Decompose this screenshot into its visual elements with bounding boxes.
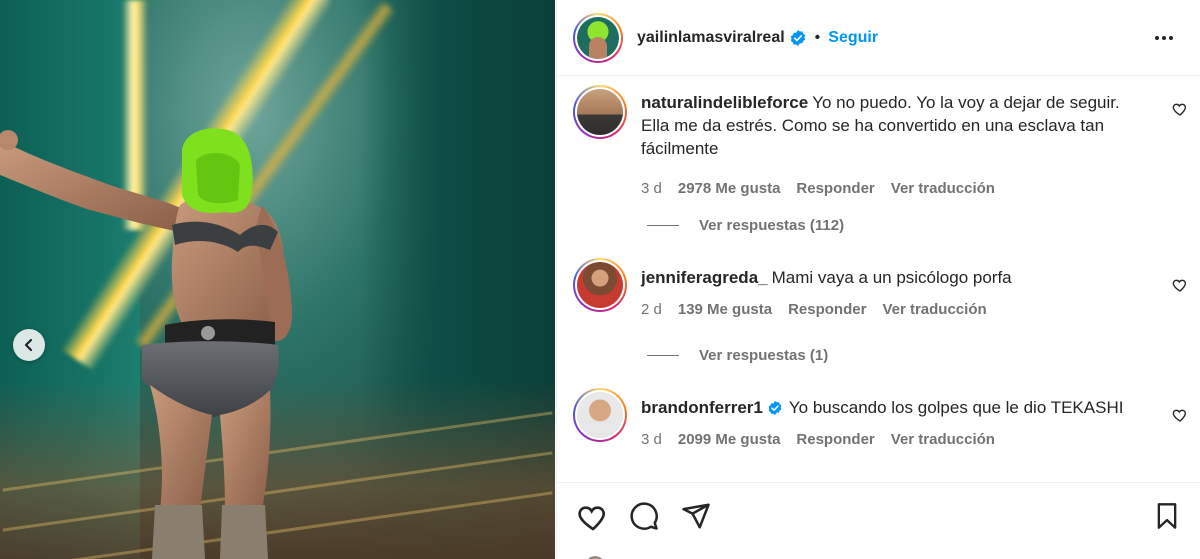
verified-badge-icon — [768, 401, 782, 415]
comments-list[interactable]: naturalindelibleforce Yo no puedo. Yo la … — [557, 77, 1200, 481]
comment-username[interactable]: brandonferrer1 — [641, 398, 763, 417]
comment-likes-count[interactable]: 139 Me gusta — [678, 301, 772, 318]
comment-like-icon[interactable] — [1172, 277, 1188, 293]
post-header: yailinlamasviralreal • Seguir — [557, 0, 1200, 76]
comment-translate-button[interactable]: Ver traducción — [891, 431, 995, 448]
commenter-avatar[interactable] — [573, 388, 627, 442]
comment-username[interactable]: jenniferagreda_ — [641, 268, 768, 287]
replies-divider-line — [647, 225, 679, 226]
commenter-avatar[interactable] — [573, 85, 627, 139]
comment-text-block: brandonferrer1 Yo buscando los golpes qu… — [641, 396, 1151, 419]
header-separator: • — [814, 28, 821, 46]
comment-like-icon[interactable] — [1172, 407, 1188, 423]
share-icon[interactable] — [681, 501, 711, 531]
author-avatar[interactable] — [573, 12, 623, 63]
commenter-avatar[interactable] — [573, 258, 627, 312]
more-options-icon[interactable] — [1152, 26, 1176, 50]
view-replies-label: Ver respuestas (1) — [699, 347, 829, 364]
comment-likes-count[interactable]: 2099 Me gusta — [678, 431, 781, 448]
view-replies-button[interactable]: Ver respuestas (112) — [647, 217, 844, 234]
comment-time: 3 d — [641, 431, 662, 448]
view-replies-label: Ver respuestas (112) — [699, 217, 845, 234]
comment-text: Yo buscando los golpes que le dio TEKASH… — [788, 398, 1124, 417]
carousel-prev-button[interactable] — [13, 329, 45, 361]
comment-meta: 3 d 2978 Me gusta Responder Ver traducci… — [641, 180, 1011, 197]
verified-badge-icon — [790, 29, 805, 46]
follow-button[interactable]: Seguir — [828, 29, 878, 47]
bookmark-icon[interactable] — [1153, 501, 1181, 531]
comment-text-block: jenniferagreda_ Mami vaya a un psicólogo … — [641, 266, 1151, 289]
comment-text: Mami vaya a un psicólogo porfa — [771, 268, 1012, 287]
post-actions-bar — [557, 482, 1200, 559]
comment-time: 3 d — [641, 180, 662, 197]
author-username[interactable]: yailinlamasviralreal — [637, 29, 785, 47]
comment-reply-button[interactable]: Responder — [788, 301, 866, 318]
media-figure — [0, 128, 293, 559]
post-side-panel: yailinlamasviralreal • Seguir naturalind… — [556, 0, 1200, 559]
post-media[interactable] — [0, 0, 555, 559]
comment-translate-button[interactable]: Ver traducción — [891, 180, 995, 197]
view-replies-button[interactable]: Ver respuestas (1) — [647, 347, 828, 364]
comment-time: 2 d — [641, 301, 662, 318]
comment-like-icon[interactable] — [1172, 101, 1188, 117]
comment-username[interactable]: naturalindelibleforce — [641, 93, 808, 112]
heart-icon[interactable] — [577, 501, 609, 533]
comment-text-block: naturalindelibleforce Yo no puedo. Yo la … — [641, 91, 1151, 160]
comment-translate-button[interactable]: Ver traducción — [882, 301, 986, 318]
chevron-left-icon — [24, 338, 33, 352]
comment-likes-count[interactable]: 2978 Me gusta — [678, 180, 781, 197]
comment-meta: 3 d 2099 Me gusta Responder Ver traducci… — [641, 431, 1011, 448]
comment-reply-button[interactable]: Responder — [796, 431, 874, 448]
comment-meta: 2 d 139 Me gusta Responder Ver traducció… — [641, 301, 1003, 318]
comment-icon[interactable] — [629, 501, 659, 531]
replies-divider-line — [647, 355, 679, 356]
comment-reply-button[interactable]: Responder — [796, 180, 874, 197]
